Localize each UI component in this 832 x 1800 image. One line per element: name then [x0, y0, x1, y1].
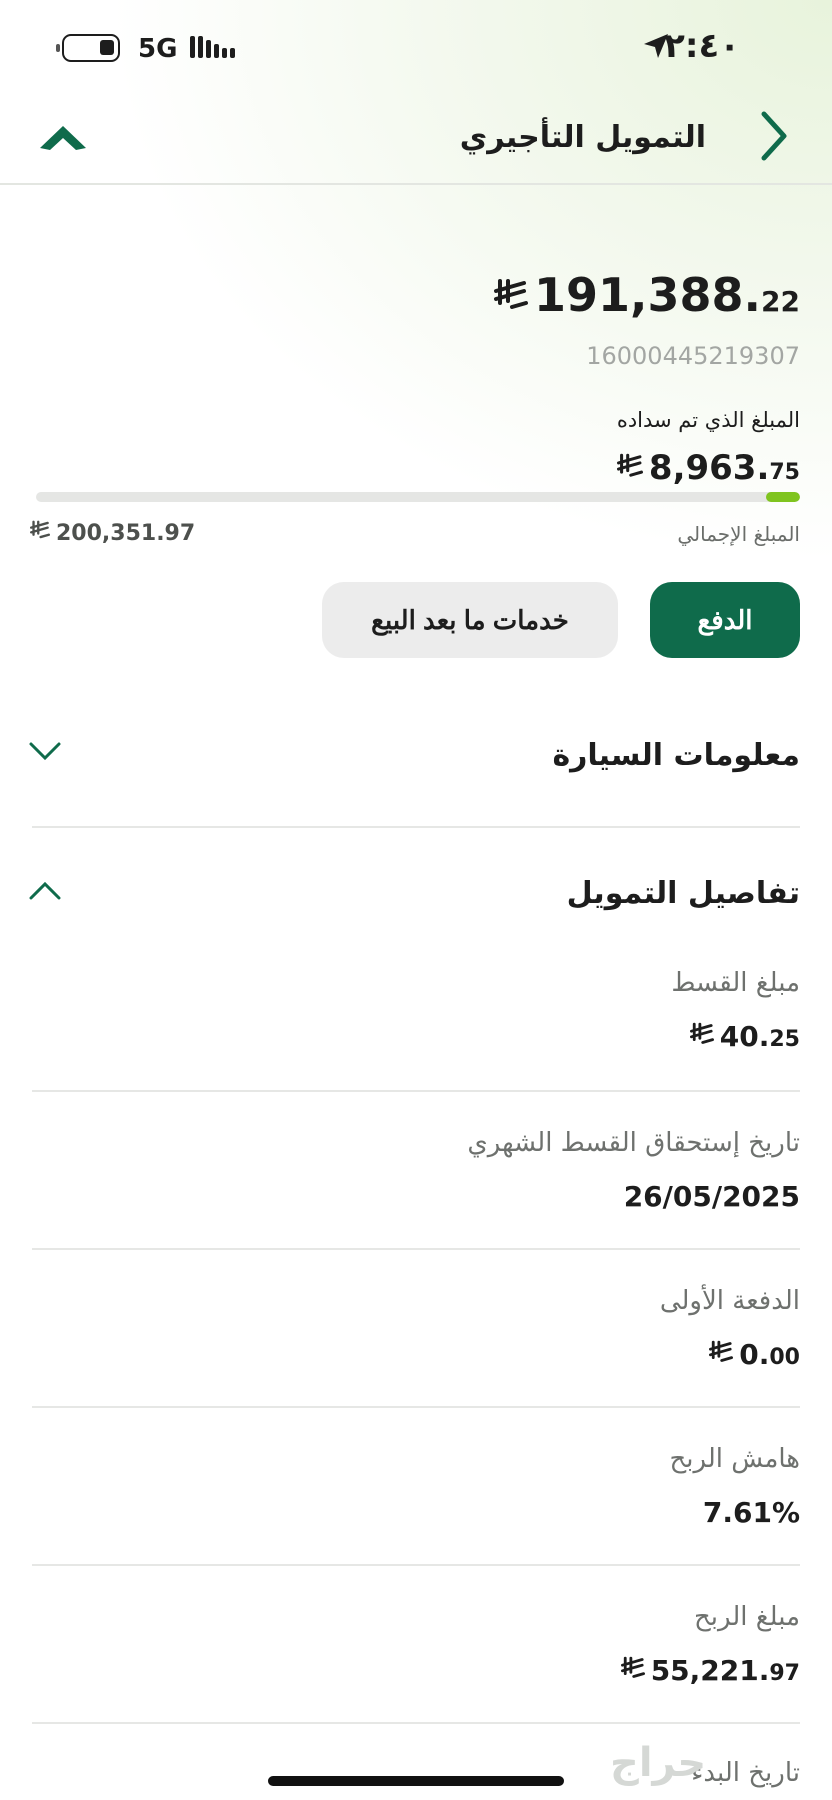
balance-decimal: 22: [761, 285, 800, 318]
riyal-icon: [494, 268, 529, 322]
watermark: حراج: [610, 1740, 707, 1786]
divider: [32, 826, 800, 828]
profit-margin-value: 7.61%: [703, 1496, 800, 1529]
signal-icon: [190, 34, 236, 64]
divider: [32, 1722, 800, 1724]
down-payment-label: الدفعة الأولى: [659, 1286, 800, 1316]
battery-icon: [56, 34, 120, 62]
back-chevron-icon[interactable]: [756, 110, 790, 166]
installment-label: مبلغ القسط: [671, 968, 800, 998]
profit-amount-integer: 55,221.: [650, 1654, 770, 1687]
due-date-label: تاريخ إستحقاق القسط الشهري: [467, 1128, 800, 1158]
riyal-icon: [616, 448, 643, 488]
repayment-progress-fill: [765, 492, 800, 502]
start-date-label: تاريخ البدء: [691, 1758, 800, 1788]
profit-margin-label: هامش الربح: [669, 1444, 800, 1474]
installment-value: 40. 25: [689, 1020, 800, 1053]
down-payment-value: 0. 00: [709, 1338, 800, 1371]
car-info-section-title[interactable]: معلومات السيارة: [552, 738, 800, 773]
paid-decimal: 75: [769, 460, 800, 485]
due-date-value: 26/05/2025: [624, 1180, 800, 1213]
home-indicator[interactable]: [268, 1776, 564, 1786]
after-sales-services-button[interactable]: خدمات ما بعد البيع: [322, 582, 618, 658]
installment-decimal: 25: [769, 1027, 800, 1052]
divider: [32, 1406, 800, 1408]
chevron-down-icon[interactable]: [28, 740, 62, 766]
total-amount: 200,351.97: [30, 520, 195, 546]
profit-amount-label: مبلغ الربح: [694, 1602, 800, 1632]
network-type: 5G: [138, 34, 178, 64]
down-payment-decimal: 00: [769, 1345, 800, 1370]
profit-amount-decimal: 97: [769, 1661, 800, 1686]
paid-integer: 8,963.: [648, 448, 770, 488]
chevron-up-icon[interactable]: [28, 880, 62, 906]
outstanding-balance: 191,388. 22: [494, 268, 800, 322]
riyal-icon: [709, 1338, 734, 1371]
down-payment-integer: 0.: [739, 1338, 770, 1371]
page-title: التمويل التأجيري: [459, 120, 706, 155]
financing-details-section-title[interactable]: تفاصيل التمويل: [567, 876, 800, 911]
profit-amount-value: 55,221. 97: [620, 1654, 800, 1687]
account-number: 16000445219307: [586, 342, 800, 370]
paid-amount-label: المبلغ الذي تم سداده: [616, 408, 800, 432]
profit-margin-text: 7.61%: [702, 1496, 800, 1529]
balance-integer: 191,388.: [534, 268, 762, 322]
due-date-text: 26/05/2025: [623, 1180, 800, 1213]
riyal-icon: [620, 1654, 645, 1687]
riyal-icon: [30, 520, 51, 546]
paid-amount: 8,963. 75: [616, 448, 800, 488]
clock: ٢:٤٠: [664, 26, 740, 66]
riyal-icon: [689, 1020, 714, 1053]
divider: [32, 1564, 800, 1566]
divider: [32, 1090, 800, 1092]
repayment-progress-bar: [36, 492, 800, 502]
total-amount-value: 200,351.97: [56, 520, 196, 546]
pay-button[interactable]: الدفع: [650, 582, 800, 658]
divider: [32, 1248, 800, 1250]
header-divider: [0, 183, 832, 185]
installment-integer: 40.: [719, 1020, 770, 1053]
bank-logo-icon: [38, 120, 88, 158]
total-amount-label: المبلغ الإجمالي: [677, 522, 800, 546]
